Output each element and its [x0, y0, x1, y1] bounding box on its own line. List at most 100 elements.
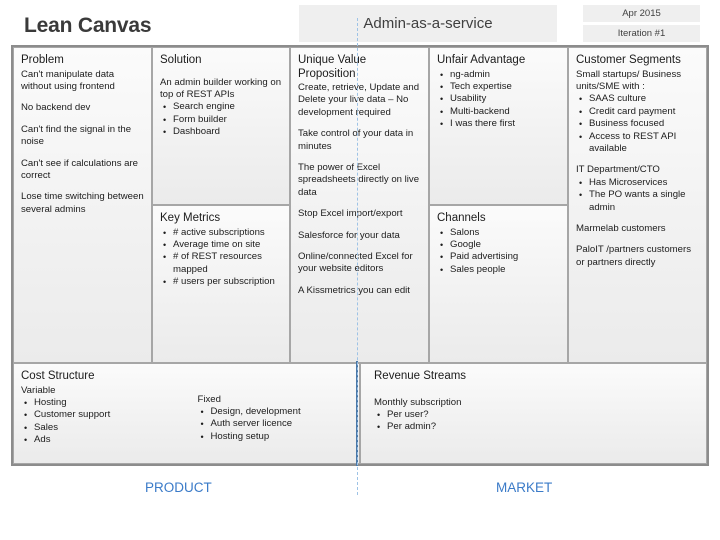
cost-variable-column: Variable Hosting Customer support Sales … [21, 385, 176, 447]
canvas-cell-unique-value-proposition[interactable]: Unique Value Proposition Create, retriev… [290, 47, 429, 363]
date-text: Apr 2015 [622, 8, 661, 19]
cost-fixed-label: Fixed [197, 393, 221, 405]
date-box[interactable]: Apr 2015 [583, 5, 700, 22]
channels-title: Channels [437, 212, 486, 224]
problem-title: Problem [21, 54, 64, 66]
list-item: Form builder [163, 114, 282, 127]
list-item: Access to REST API available [579, 131, 699, 156]
problem-paragraph: Can't manipulate data without using fron… [21, 68, 115, 92]
cost-structure-columns: Variable Hosting Customer support Sales … [21, 385, 352, 447]
list-item: Google [440, 239, 560, 252]
channels-body: Salons Google Paid advertising Sales peo… [437, 227, 560, 277]
list-item: Hosting setup [201, 431, 353, 444]
customer-segments-group-2-label: IT Department/CTO [576, 164, 660, 176]
canvas-cell-cost-structure[interactable]: Cost Structure Variable Hosting Customer… [13, 363, 360, 464]
customer-segments-paragraph: PaloIT /partners customers or partners d… [576, 244, 691, 268]
canvas-cell-solution[interactable]: Solution An admin builder working on top… [152, 47, 290, 205]
uvp-title: Unique Value Proposition [298, 54, 367, 80]
canvas-cell-key-metrics[interactable]: Key Metrics # active subscriptions Avera… [152, 205, 290, 363]
cost-variable-label: Variable [21, 384, 56, 396]
list-item: ng-admin [440, 69, 560, 82]
customer-segments-bullet-list-1: SAAS culture Credit card payment Busines… [576, 93, 699, 155]
solution-intro: An admin builder working on top of REST … [160, 76, 282, 100]
solution-title: Solution [160, 54, 202, 66]
problem-body: Can't manipulate data without using fron… [21, 69, 144, 217]
canvas-cell-problem[interactable]: Problem Can't manipulate data without us… [13, 47, 152, 363]
list-item: Sales [24, 422, 176, 435]
customer-segments-bullet-list-2: Has Microservices The PO wants a single … [576, 177, 699, 214]
market-label: MARKET [496, 480, 553, 495]
customer-segments-title: Customer Segments [576, 54, 681, 66]
uvp-paragraph: A Kissmetrics you can edit [298, 284, 410, 296]
uvp-paragraph: Create, retrieve, Update and Delete your… [298, 82, 420, 118]
list-item: Per admin? [377, 421, 699, 434]
unfair-advantage-body: ng-admin Tech expertise Usability Multi-… [437, 69, 560, 131]
list-item: The PO wants a single admin [579, 189, 699, 214]
uvp-body: Create, retrieve, Update and Delete your… [298, 82, 421, 297]
project-title-text: Admin-as-a-service [363, 15, 493, 32]
revenue-streams-intro: Monthly subscription [374, 396, 462, 408]
canvas-cell-unfair-advantage[interactable]: Unfair Advantage ng-admin Tech expertise… [429, 47, 568, 205]
uvp-paragraph: Salesforce for your data [298, 229, 400, 241]
channels-bullet-list: Salons Google Paid advertising Sales peo… [437, 227, 560, 277]
list-item: Search engine [163, 101, 282, 114]
uvp-paragraph: Take control of your data in minutes [298, 128, 414, 152]
cost-fixed-column: Fixed Design, development Auth server li… [176, 385, 353, 447]
problem-paragraph: Can't find the signal in the noise [21, 123, 132, 148]
customer-segments-body: Small startups/ Business units/SME with … [576, 69, 699, 270]
key-metrics-bullet-list: # active subscriptions Average time on s… [160, 227, 282, 289]
unfair-advantage-bullet-list: ng-admin Tech expertise Usability Multi-… [437, 69, 560, 131]
list-item: # active subscriptions [163, 227, 282, 240]
list-item: SAAS culture [579, 93, 699, 106]
list-item: Salons [440, 227, 560, 240]
solution-bullet-list: Search engine Form builder Dashboard [160, 101, 282, 139]
list-item: Average time on site [163, 239, 282, 252]
problem-paragraph: No backend dev [21, 102, 91, 114]
unfair-advantage-title: Unfair Advantage [437, 54, 526, 66]
customer-segments-intro: Small startups/ Business units/SME with … [576, 68, 682, 92]
cost-fixed-bullet-list: Design, development Auth server licence … [198, 406, 353, 444]
uvp-paragraph: Online/connected Excel for your website … [298, 251, 413, 275]
customer-segments-paragraph: Marmelab customers [576, 222, 666, 234]
key-metrics-title: Key Metrics [160, 212, 221, 224]
list-item: # users per subscription [163, 276, 282, 289]
page-title: Lean Canvas [24, 14, 152, 37]
lean-canvas-grid: Problem Can't manipulate data without us… [11, 45, 709, 466]
cost-structure-title: Cost Structure [21, 370, 95, 382]
list-item: Business focused [579, 118, 699, 131]
list-item: Usability [440, 93, 560, 106]
uvp-paragraph: Stop Excel import/export [298, 208, 403, 220]
iteration-text: Iteration #1 [617, 28, 666, 39]
revenue-streams-bullet-list: Per user? Per admin? [374, 409, 699, 434]
cost-variable-bullet-list: Hosting Customer support Sales Ads [21, 397, 176, 447]
list-item: Design, development [201, 406, 353, 419]
key-metrics-body: # active subscriptions Average time on s… [160, 227, 282, 289]
list-item: Hosting [24, 397, 176, 410]
canvas-cell-channels[interactable]: Channels Salons Google Paid advertising … [429, 205, 568, 363]
list-item: I was there first [440, 118, 560, 131]
list-item: Dashboard [163, 126, 282, 139]
list-item: Sales people [440, 264, 560, 277]
list-item: Multi-backend [440, 106, 560, 119]
list-item: Tech expertise [440, 81, 560, 94]
list-item: Customer support [24, 409, 176, 422]
solution-body: An admin builder working on top of REST … [160, 77, 282, 139]
problem-paragraph: Can't see if calculations are correct [21, 157, 139, 181]
iteration-box[interactable]: Iteration #1 [583, 25, 700, 42]
product-market-dashed-divider [357, 18, 358, 495]
project-title-box[interactable]: Admin-as-a-service [299, 5, 557, 42]
list-item: Paid advertising [440, 251, 560, 264]
list-item: Credit card payment [579, 106, 699, 119]
uvp-paragraph: The power of Excel spreadsheets directly… [298, 162, 420, 198]
product-label: PRODUCT [145, 480, 212, 495]
list-item: Ads [24, 434, 176, 447]
list-item: Auth server licence [201, 418, 353, 431]
problem-paragraph: Lose time switching between several admi… [21, 191, 144, 215]
canvas-cell-customer-segments[interactable]: Customer Segments Small startups/ Busine… [568, 47, 707, 363]
list-item: # of REST resources mapped [163, 251, 282, 276]
list-item: Has Microservices [579, 177, 699, 190]
list-item: Per user? [377, 409, 699, 422]
revenue-streams-title: Revenue Streams [374, 370, 467, 382]
header-bar: Lean Canvas Admin-as-a-service Apr 2015 … [0, 0, 720, 44]
canvas-cell-revenue-streams[interactable]: Revenue Streams Monthly subscription Per… [360, 363, 707, 464]
